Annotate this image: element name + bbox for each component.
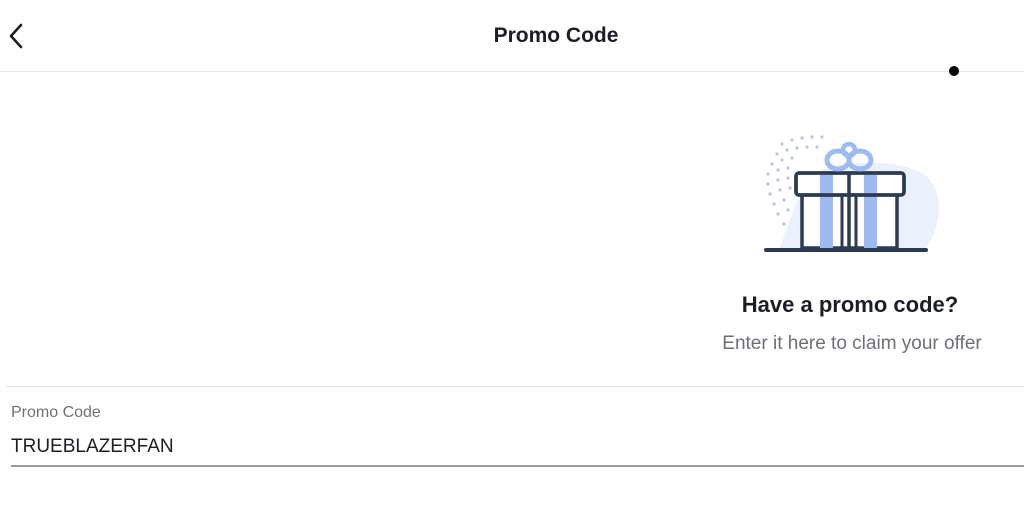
gift-box-icon xyxy=(764,135,939,252)
app-header: Promo Code xyxy=(0,0,1024,72)
promo-code-label: Promo Code xyxy=(11,404,101,421)
page-title: Promo Code xyxy=(493,24,619,47)
promo-code-input[interactable] xyxy=(11,432,1024,462)
status-dot xyxy=(949,66,959,76)
gift-illustration xyxy=(760,130,940,260)
promo-code-underline xyxy=(11,465,1024,467)
promo-heading: Have a promo code? xyxy=(741,292,959,317)
promo-subtext: Enter it here to claim your offer xyxy=(722,333,982,354)
divider xyxy=(6,386,1024,387)
promo-code-field: Promo Code xyxy=(11,404,1024,468)
